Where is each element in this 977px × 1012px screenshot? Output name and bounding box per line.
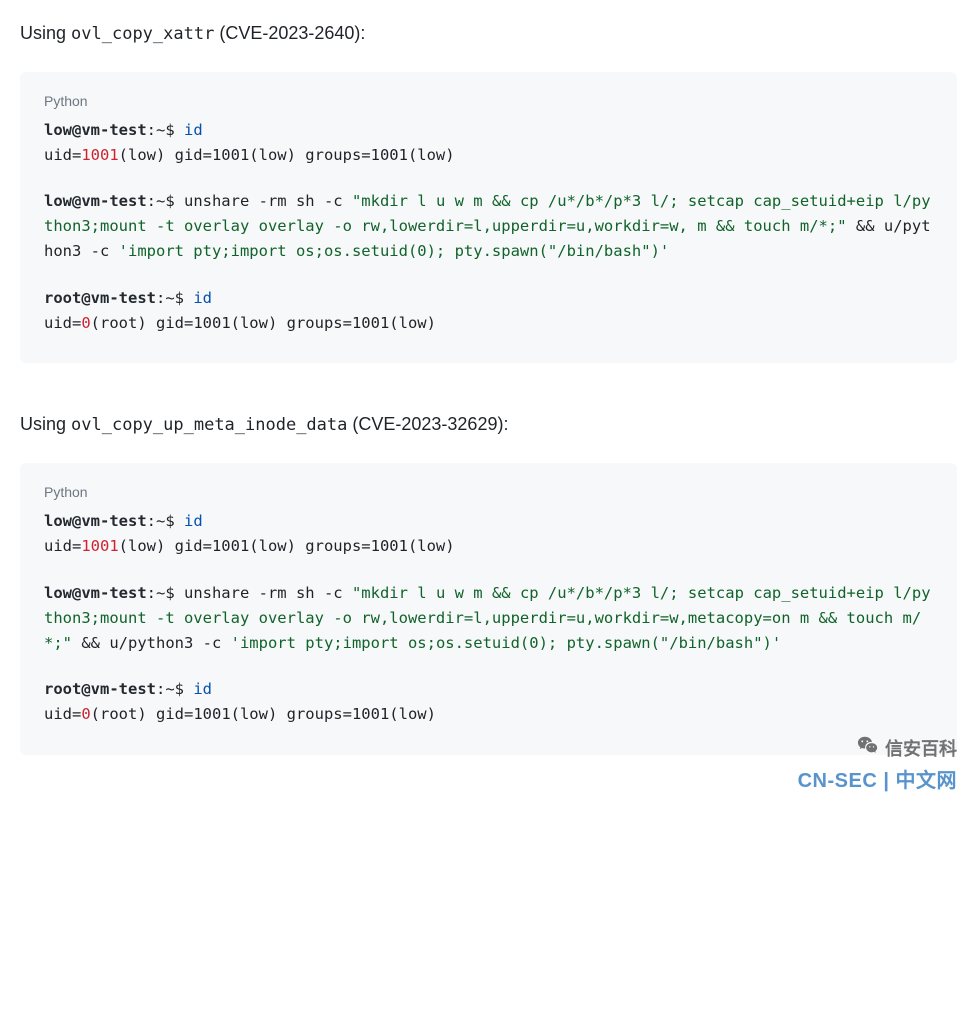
uid-value: 0 [81, 314, 90, 332]
prompt-line: low@vm-test:~$ unshare -rm sh -c "mkdir … [44, 581, 933, 655]
uid-value: 1001 [81, 146, 118, 164]
prompt-host: low@vm-test [44, 121, 147, 139]
prompt-line: root@vm-test:~$ id [44, 286, 933, 311]
prompt-sep: :~$ [147, 512, 184, 530]
code-lang-label: Python [44, 481, 933, 503]
code-block-2: Python low@vm-test:~$ id uid=1001(low) g… [20, 463, 957, 755]
prompt-host-root: root@vm-test [44, 289, 156, 307]
section-1-cve: (CVE-2023-2640): [214, 23, 365, 43]
cmd-mid: && u/python3 -c [72, 634, 231, 652]
section-2-cve: (CVE-2023-32629): [347, 414, 508, 434]
cmd-id: id [193, 289, 212, 307]
prompt-sep: :~$ [147, 121, 184, 139]
prompt-line: low@vm-test:~$ id [44, 509, 933, 534]
watermark-bottom: CN-SEC | 中文网 [798, 764, 957, 793]
prompt-line: low@vm-test:~$ unshare -rm sh -c "mkdir … [44, 189, 933, 263]
code-lang-label: Python [44, 90, 933, 112]
prompt-sep: :~$ [156, 680, 193, 698]
prompt-host-root: root@vm-test [44, 680, 156, 698]
section-1-heading: Using ovl_copy_xattr (CVE-2023-2640): [20, 20, 957, 48]
section-2-heading: Using ovl_copy_up_meta_inode_data (CVE-2… [20, 411, 957, 439]
code-block-1: Python low@vm-test:~$ id uid=1001(low) g… [20, 72, 957, 364]
output-line: uid=1001(low) gid=1001(low) groups=1001(… [44, 534, 933, 559]
cmd-string-2: 'import pty;import os;os.setuid(0); pty.… [119, 242, 670, 260]
prompt-sep: :~$ [147, 192, 184, 210]
output-line: uid=0(root) gid=1001(low) groups=1001(lo… [44, 702, 933, 727]
section-2-func: ovl_copy_up_meta_inode_data [71, 415, 347, 435]
prompt-host: low@vm-test [44, 584, 147, 602]
prompt-host: low@vm-test [44, 192, 147, 210]
output-line: uid=0(root) gid=1001(low) groups=1001(lo… [44, 311, 933, 336]
prompt-host: low@vm-test [44, 512, 147, 530]
cmd-string-2: 'import pty;import os;os.setuid(0); pty.… [231, 634, 782, 652]
cmd-plain: unshare -rm sh -c [184, 192, 352, 210]
output-line: uid=1001(low) gid=1001(low) groups=1001(… [44, 143, 933, 168]
cmd-plain: unshare -rm sh -c [184, 584, 352, 602]
prompt-line: root@vm-test:~$ id [44, 677, 933, 702]
section-2-prefix: Using [20, 414, 71, 434]
prompt-sep: :~$ [147, 584, 184, 602]
uid-value: 1001 [81, 537, 118, 555]
cmd-id: id [184, 512, 203, 530]
cmd-id: id [184, 121, 203, 139]
uid-value: 0 [81, 705, 90, 723]
cmd-id: id [193, 680, 212, 698]
prompt-sep: :~$ [156, 289, 193, 307]
prompt-line: low@vm-test:~$ id [44, 118, 933, 143]
section-1-func: ovl_copy_xattr [71, 24, 214, 44]
section-1-prefix: Using [20, 23, 71, 43]
